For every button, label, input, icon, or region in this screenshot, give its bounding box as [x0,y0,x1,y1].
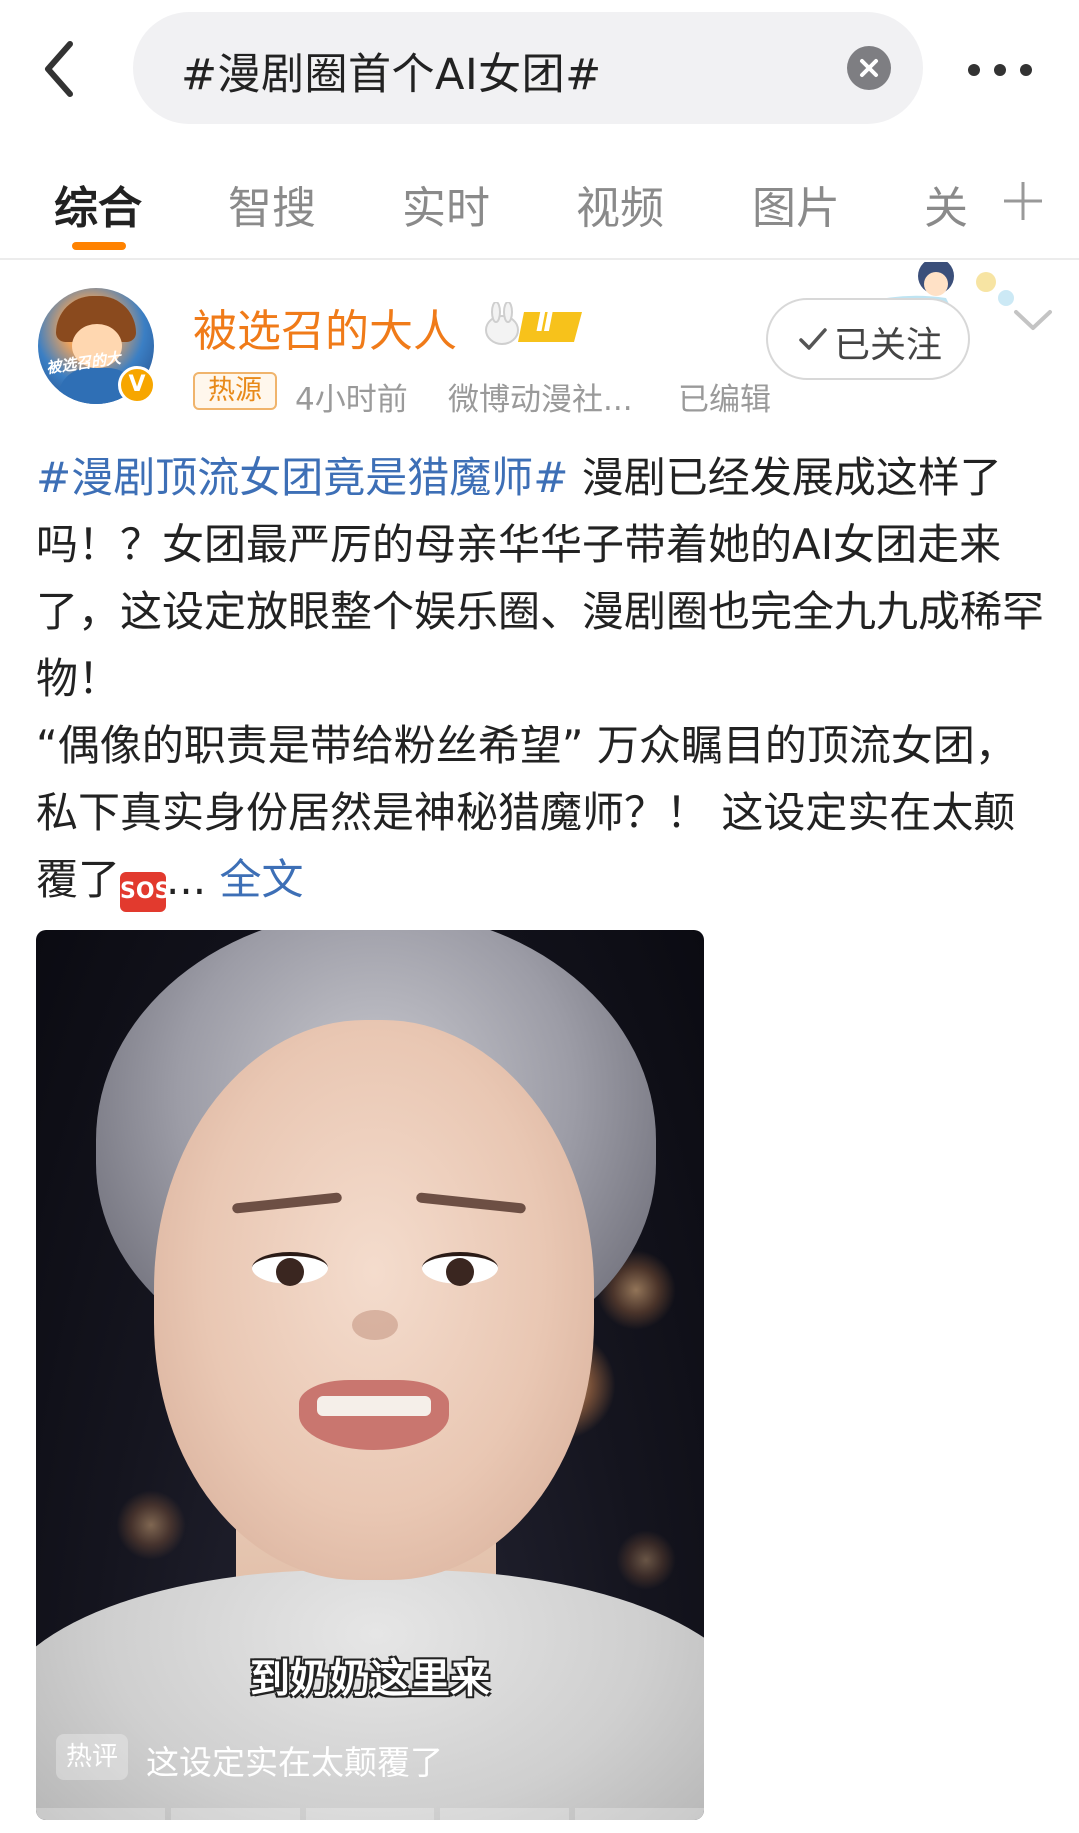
level-badge-text: Ⅱ [536,308,554,338]
active-tab-indicator [72,242,126,250]
back-arrow-icon [45,41,73,97]
bunny-badge-icon [485,301,582,345]
more-icon [968,64,980,76]
post-source[interactable]: 微博动漫社... [448,374,633,419]
video-subtitle: 到奶奶这里来 [250,1656,490,1702]
tab-realtime[interactable]: 实时 [402,172,490,236]
tab-comprehensive[interactable]: 综合 [54,172,142,236]
search-tabs: 综合 智搜 实时 视频 图片 关 [0,160,1079,260]
post-time: 4小时前 [295,382,408,418]
clear-search-button[interactable] [847,46,891,90]
hot-comment-text: 这设定实在太颠覆了 [146,1743,443,1782]
search-box[interactable]: #漫剧圈首个AI女团# [133,12,923,124]
video-progress-strip [36,1808,704,1820]
clear-icon [860,59,878,77]
plus-icon [1004,182,1042,220]
tab-follow-partial[interactable]: 关 [924,172,968,236]
more-icon-dot [1020,64,1032,76]
hot-comment-tag: 热评 [56,1734,128,1780]
more-icon-dot [994,64,1006,76]
more-button[interactable] [960,50,1050,90]
tab-smart-search[interactable]: 智搜 [228,172,316,236]
add-tab-button[interactable] [1000,178,1046,224]
level-badge[interactable]: Ⅱ [478,301,588,348]
tab-image[interactable]: 图片 [752,172,840,236]
ellipsis: ... [166,855,207,904]
video-thumbnail[interactable]: 到奶奶这里来 热评 这设定实在太颠覆了 [36,930,704,1820]
edited-label: 已编辑 [678,382,771,418]
follow-label: 已关注 [834,325,943,366]
sos-emoji: SOS [120,872,170,912]
top-bar: #漫剧圈首个AI女团# [0,0,1079,140]
full-text-link[interactable]: 全文 [219,855,303,904]
username[interactable]: 被选召的大人 [193,295,457,359]
face-shape [154,1020,594,1580]
post-text: #漫剧顶流女团竟是猎魔师# 漫剧已经发展成这样了吗！？女团最严厉的母亲华华子带着… [36,444,1046,913]
chevron-down-icon [1014,310,1052,330]
hot-tag: 热源 [193,372,277,410]
back-button[interactable] [36,34,96,104]
check-icon [799,328,827,350]
tab-divider [0,258,1079,260]
post-hashtag[interactable]: #漫剧顶流女团竟是猎魔师# [36,453,568,502]
follow-button[interactable]: 已关注 [766,298,970,380]
tab-video[interactable]: 视频 [576,172,664,236]
verified-icon: V [118,366,156,404]
search-query[interactable]: #漫剧圈首个AI女团# [181,40,602,102]
post-menu-button[interactable] [1008,300,1058,340]
